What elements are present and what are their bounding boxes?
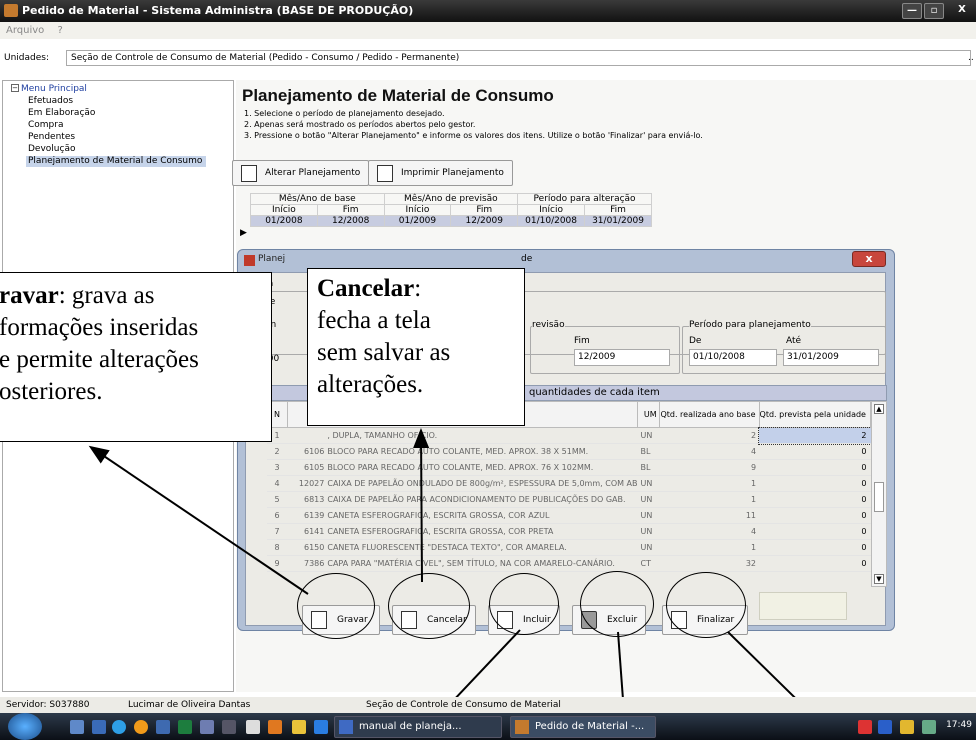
network-icon[interactable]: [922, 720, 936, 734]
status-servidor: Servidor: S037880: [6, 700, 90, 710]
status-user: Lucimar de Oliveira Dantas: [128, 700, 251, 710]
quicklaunch-icon[interactable]: [222, 720, 236, 734]
tray-icon[interactable]: [900, 720, 914, 734]
task-word-label: manual de planeja...: [359, 721, 462, 732]
quicklaunch-icon[interactable]: [70, 720, 84, 734]
quicklaunch-icon[interactable]: [134, 720, 148, 734]
quicklaunch-icon[interactable]: [92, 720, 106, 734]
taskbar: manual de planeja... Pedido de Material …: [0, 713, 976, 740]
quicklaunch-icon[interactable]: [246, 720, 260, 734]
task-word[interactable]: manual de planeja...: [334, 716, 502, 738]
tray-icon[interactable]: [858, 720, 872, 734]
ie-icon[interactable]: [112, 720, 126, 734]
quicklaunch-icon[interactable]: [200, 720, 214, 734]
quicklaunch-icon[interactable]: [314, 720, 328, 734]
quicklaunch-icon[interactable]: [292, 720, 306, 734]
status-secao: Seção de Controle de Consumo de Material: [366, 700, 561, 710]
arrow-gravar: [88, 445, 309, 595]
app-icon: [515, 720, 529, 734]
annotation-arrows: [88, 428, 839, 740]
quicklaunch-icon[interactable]: [268, 720, 282, 734]
start-button[interactable]: [8, 713, 42, 740]
task-pedido-label: Pedido de Material -...: [535, 721, 645, 732]
tray-icon[interactable]: [878, 720, 892, 734]
word-icon: [339, 720, 353, 734]
arrow-cancelar: [413, 428, 430, 583]
status-bar: Servidor: S037880 Lucimar de Oliveira Da…: [0, 697, 976, 714]
clock: 17:49: [946, 720, 972, 730]
quicklaunch-icon[interactable]: [178, 720, 192, 734]
quicklaunch-icon[interactable]: [156, 720, 170, 734]
task-pedido[interactable]: Pedido de Material -...: [510, 716, 656, 738]
